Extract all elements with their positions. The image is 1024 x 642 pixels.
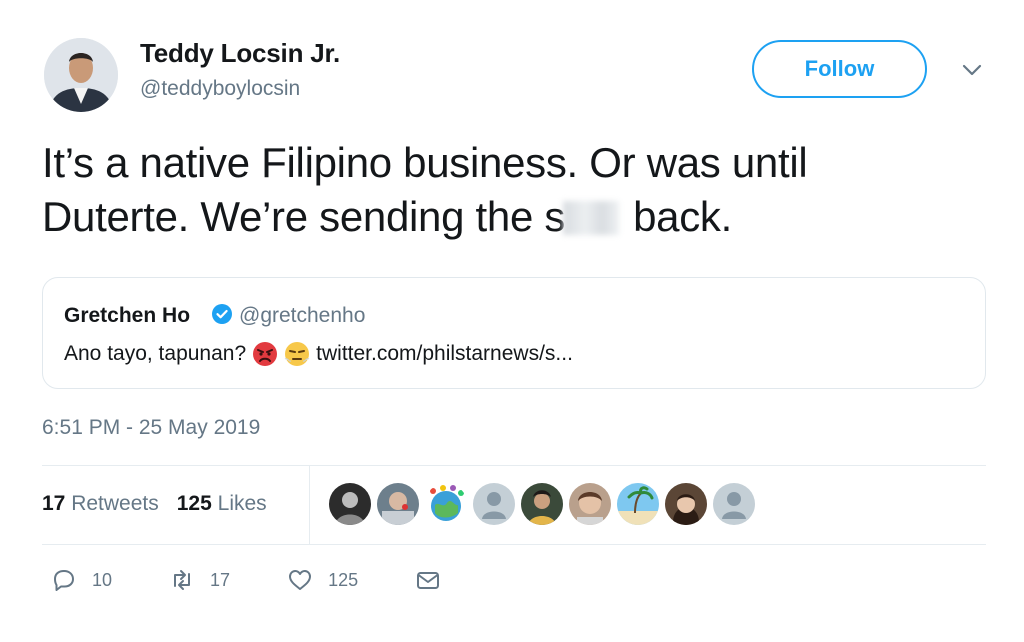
retweets-stat[interactable]: 17 Retweets <box>42 492 159 516</box>
reply-action[interactable]: 10 <box>50 566 112 594</box>
liker-avatar[interactable] <box>569 483 611 525</box>
liker-avatar[interactable] <box>617 483 659 525</box>
liker-avatar-default[interactable] <box>473 483 515 525</box>
retweets-stat-count: 17 <box>42 492 66 515</box>
author-handle[interactable]: @teddyboylocsin <box>140 77 300 101</box>
chevron-down-icon[interactable] <box>960 60 984 80</box>
tweet-action-bar: 10 17 125 <box>50 566 442 594</box>
engagement-stats: 17 Retweets 125 Likes <box>42 492 267 516</box>
verified-badge-icon <box>212 304 232 324</box>
likes-stat-label: Likes <box>217 492 267 515</box>
liker-avatar[interactable] <box>329 483 371 525</box>
steam-face-emoji-icon <box>284 342 310 366</box>
likes-stat[interactable]: 125 Likes <box>177 492 267 516</box>
tweet-text-line-2: Duterte. We’re sending the s back. <box>42 190 982 244</box>
tweet-text: It’s a native Filipino business. Or was … <box>42 136 982 244</box>
retweet-count: 17 <box>210 569 231 590</box>
follow-button[interactable]: Follow <box>752 40 927 98</box>
retweet-action[interactable]: 17 <box>168 566 230 594</box>
liker-avatar-default[interactable] <box>713 483 755 525</box>
like-count: 125 <box>328 569 359 590</box>
author-name[interactable]: Teddy Locsin Jr. <box>140 38 340 69</box>
liker-avatars <box>329 483 755 525</box>
quoted-author-name: Gretchen Ho <box>64 304 191 327</box>
tweet-text-line-2-end: back. <box>633 193 732 240</box>
heart-icon <box>289 570 312 590</box>
censored-word-blur <box>563 201 620 235</box>
liker-avatar[interactable] <box>521 483 563 525</box>
liker-avatar[interactable] <box>425 483 467 525</box>
author-avatar[interactable] <box>44 38 118 112</box>
like-action[interactable]: 125 <box>286 566 358 594</box>
envelope-icon <box>417 572 440 589</box>
tweet-text-line-1: It’s a native Filipino business. Or was … <box>42 139 808 186</box>
retweets-stat-label: Retweets <box>71 492 159 515</box>
quoted-text-body: Ano tayo, tapunan? <box>64 342 247 365</box>
quoted-tweet-card[interactable]: Gretchen Ho @gretchenho Ano tayo, tapuna… <box>42 277 986 389</box>
quoted-tweet-link[interactable]: twitter.com/philstarnews/s... <box>316 342 573 366</box>
likes-stat-count: 125 <box>176 492 212 515</box>
angry-face-emoji-icon <box>253 342 278 366</box>
tweet-timestamp[interactable]: 6:51 PM - 25 May 2019 <box>42 416 260 440</box>
tweet-text-line-2-start: Duterte. We’re sending the s <box>42 193 566 240</box>
reply-count: 10 <box>92 569 113 590</box>
liker-avatar[interactable] <box>665 483 707 525</box>
retweet-icon <box>174 570 191 590</box>
liker-avatar[interactable] <box>377 483 419 525</box>
quoted-author-handle: @gretchenho <box>239 304 366 327</box>
divider-bottom <box>42 544 986 545</box>
divider-vertical <box>309 466 310 544</box>
quoted-tweet-text: Ano tayo, tapunan? twitter.com/philstarn… <box>64 341 573 367</box>
reply-icon <box>54 570 74 591</box>
direct-message-action[interactable] <box>414 566 442 594</box>
divider-top <box>42 465 986 466</box>
